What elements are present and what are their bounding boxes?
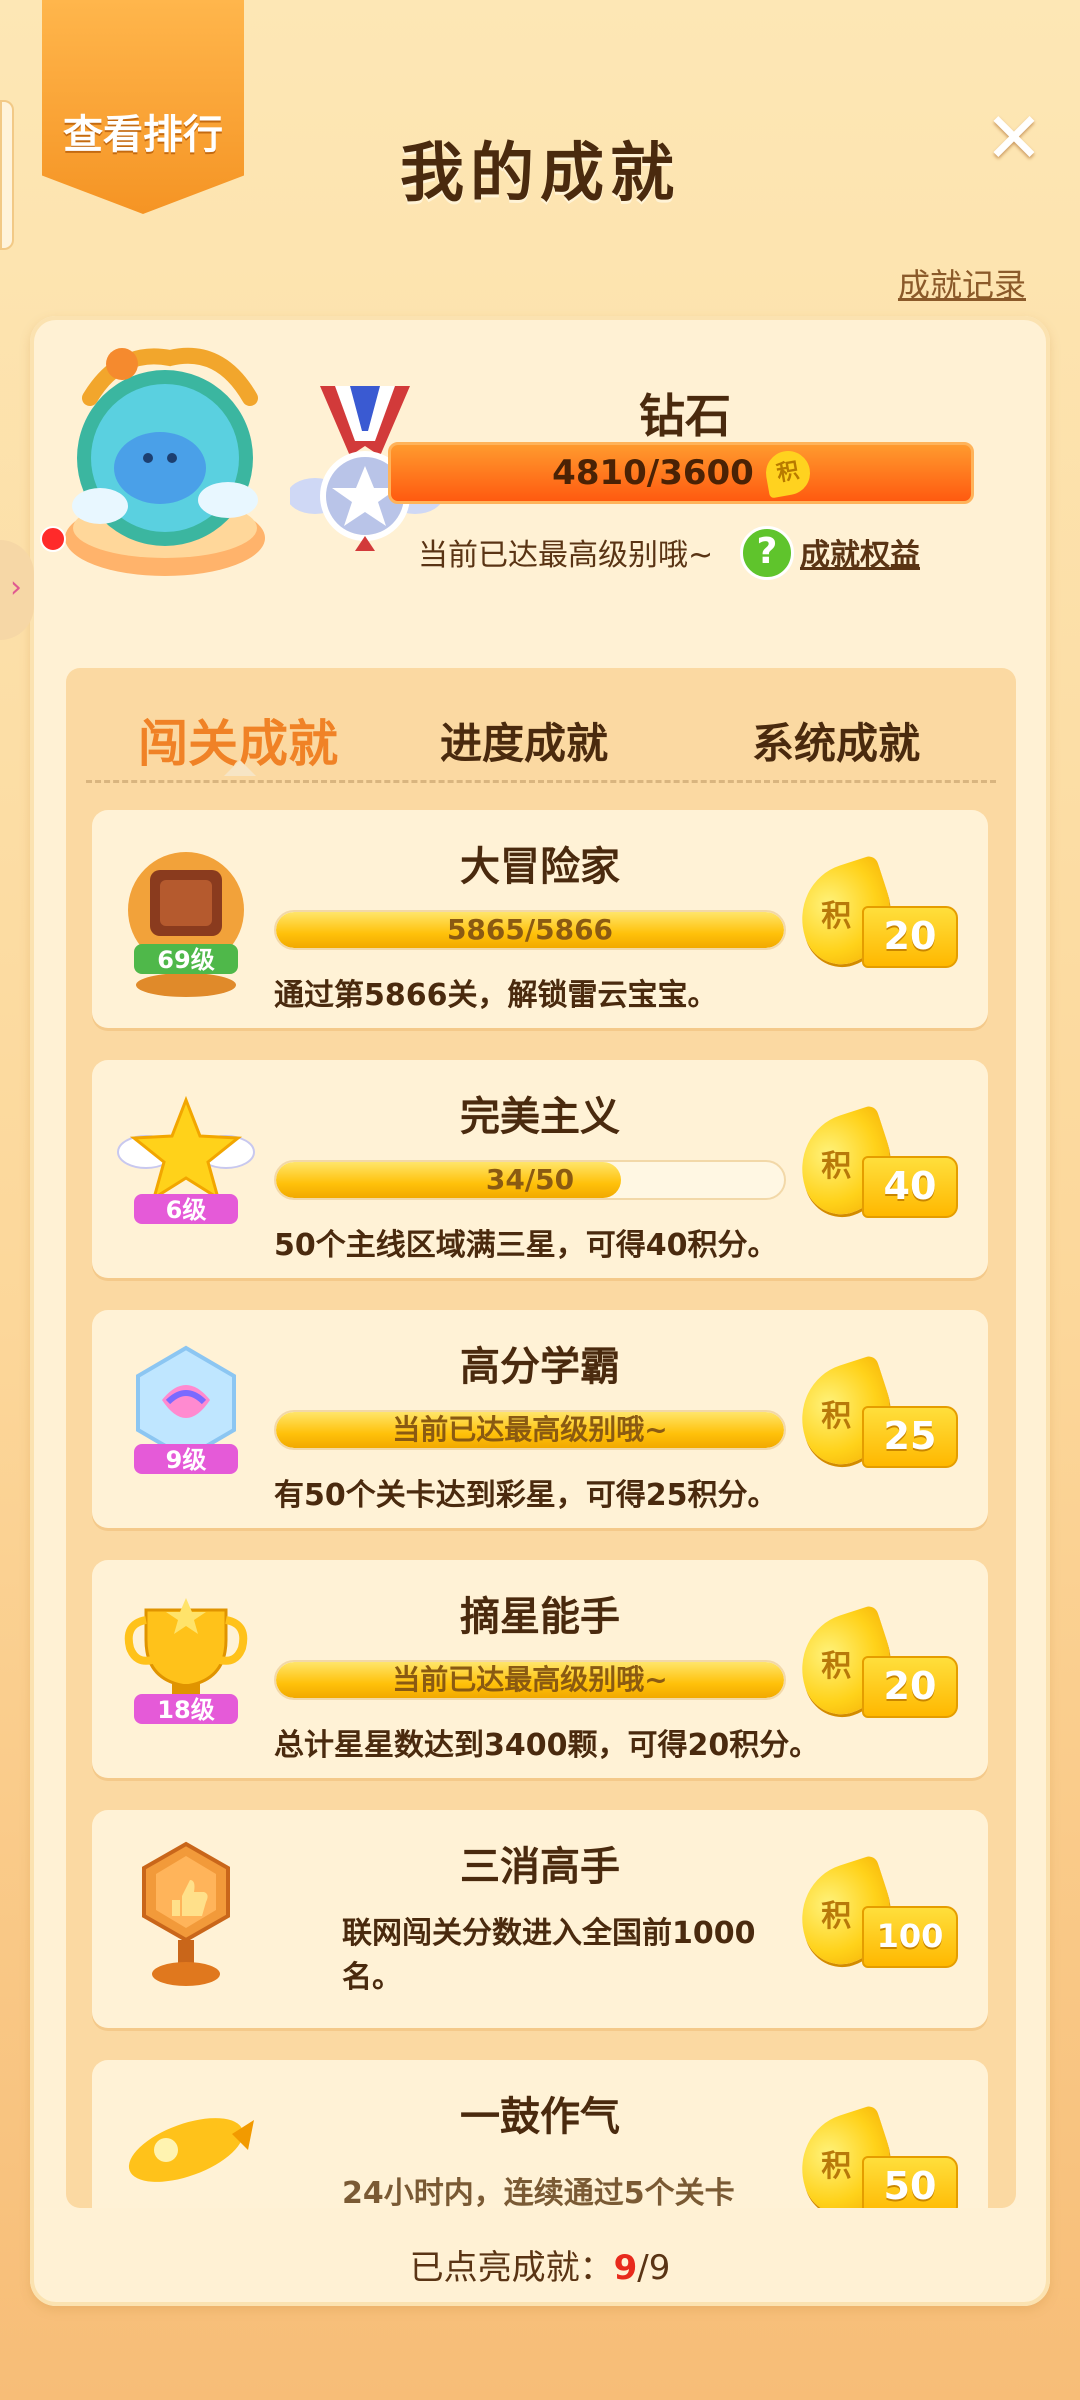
- badge-level-text: 9级: [166, 1446, 207, 1474]
- achievement-desc: 24小时内，连续通过5个关卡: [342, 2176, 735, 2208]
- reward-value: 25: [862, 1406, 958, 1468]
- reward-value: 50: [862, 2156, 958, 2208]
- level-max-note: 当前已达最高级别哦~: [418, 538, 714, 573]
- achievement-card[interactable]: 6级 完美主义 34/50 50个主线区域满三星，可得40积分。 积 40: [92, 1060, 988, 1278]
- counter-label: 已点亮成就：: [409, 2248, 614, 2288]
- achievement-progress-bar: 5865/5866: [274, 910, 786, 950]
- tab-system-achievements[interactable]: 系统成就: [752, 710, 920, 771]
- side-drawer-handle[interactable]: ›: [0, 526, 66, 640]
- reward-points: 积 20: [787, 854, 960, 976]
- reward-points: 积 20: [787, 1604, 960, 1726]
- counter-total: /9: [637, 2248, 671, 2288]
- badge-level-text: 18级: [157, 1696, 214, 1724]
- achievement-desc: 有50个关卡达到彩星，可得25积分。: [274, 1478, 778, 1513]
- reward-value: 20: [862, 906, 958, 968]
- reward-points: 积 50: [787, 2104, 960, 2208]
- achievement-card[interactable]: 一鼓作气 24小时内，连续通过5个关卡 积 50: [92, 2060, 988, 2208]
- level-progress-bar: 4810/3600 积: [388, 442, 974, 504]
- lit-achievements-counter: 已点亮成就：9/9: [0, 2240, 1080, 2289]
- achievement-desc: 50个主线区域满三星，可得40积分。: [274, 1228, 778, 1263]
- progress-text: 34/50: [485, 1163, 575, 1196]
- progress-text: 当前已达最高级别哦~: [392, 1663, 668, 1696]
- progress-text: 5865/5866: [446, 913, 614, 946]
- achievement-card[interactable]: 9级 高分学霸 当前已达最高级别哦~ 有50个关卡达到彩星，可得25积分。 积 …: [92, 1310, 988, 1528]
- reward-value: 100: [862, 1906, 958, 1968]
- progress-text: 当前已达最高级别哦~: [392, 1413, 668, 1446]
- counter-current: 9: [613, 2248, 638, 2288]
- reward-points: 积 25: [787, 1354, 960, 1476]
- desc-line: 联网闯关分数进入全国前1000: [342, 1916, 756, 1951]
- avatar[interactable]: [60, 328, 270, 598]
- question-icon[interactable]: ?: [740, 526, 794, 580]
- achievement-record-link[interactable]: 成就记录: [898, 260, 1026, 306]
- page-title: 我的成就: [400, 137, 680, 211]
- achievement-progress-bar: 34/50: [274, 1160, 786, 1200]
- reward-value: 20: [862, 1656, 958, 1718]
- badge-level-text: 69级: [157, 946, 214, 974]
- category-tabs: 闯关成就 进度成就 系统成就: [66, 710, 1016, 780]
- achievement-card[interactable]: 18级 摘星能手 当前已达最高级别哦~ 总计星星数达到3400颗，可得20积分。…: [92, 1560, 988, 1778]
- achievement-benefit-link[interactable]: 成就权益: [800, 530, 920, 574]
- reward-points: 积 40: [787, 1104, 960, 1226]
- achievement-desc: 通过第5866关，解锁雷云宝宝。: [274, 978, 718, 1013]
- active-tab-indicator: [224, 760, 256, 776]
- desc-line: 名。: [342, 1960, 402, 1995]
- achievement-card[interactable]: 69级 大冒险家 5865/5866 通过第5866关，解锁雷云宝宝。 积 20: [92, 810, 988, 1028]
- notification-dot: [40, 526, 66, 552]
- achievement-progress-bar: 当前已达最高级别哦~: [274, 1410, 786, 1450]
- achievement-desc: 总计星星数达到3400颗，可得20积分。: [274, 1728, 820, 1763]
- tab-progress-achievements[interactable]: 进度成就: [440, 710, 608, 771]
- level-progress-text: 4810/3600: [552, 453, 754, 493]
- tab-divider: [86, 780, 996, 783]
- achievement-desc: 联网闯关分数进入全国前1000 名。: [342, 1912, 756, 2000]
- badge-level-text: 6级: [166, 1196, 207, 1224]
- close-icon[interactable]: ✕: [984, 103, 1044, 173]
- achievement-list-container: 闯关成就 进度成就 系统成就 69级 大冒险家 5865/5866 通过第586…: [66, 668, 1016, 2208]
- reward-points: 积 100: [787, 1854, 960, 1976]
- points-coin-icon: 积: [762, 447, 814, 499]
- reward-value: 40: [862, 1156, 958, 1218]
- achievement-card[interactable]: 三消高手 联网闯关分数进入全国前1000 名。 积 100: [92, 1810, 988, 2028]
- level-name: 钻石: [639, 389, 731, 443]
- achievement-progress-bar: 当前已达最高级别哦~: [274, 1660, 786, 1700]
- chevron-right-icon: ›: [10, 570, 22, 605]
